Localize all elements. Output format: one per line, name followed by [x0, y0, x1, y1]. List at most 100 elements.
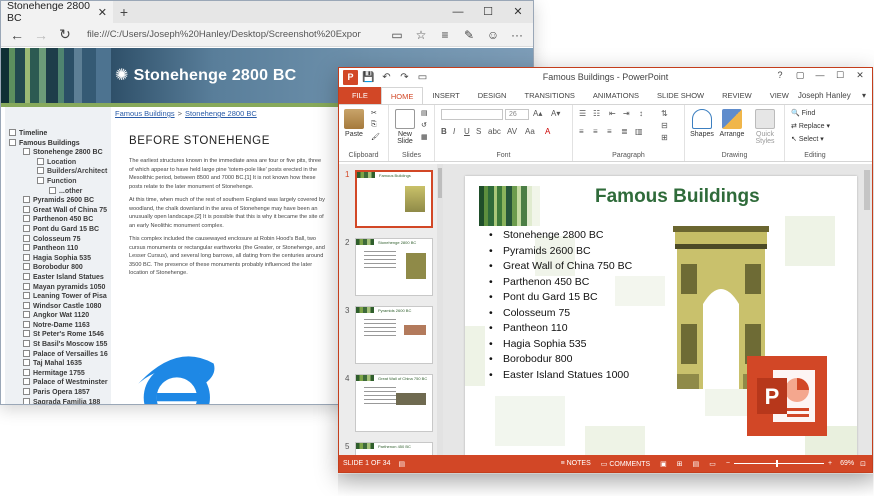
zoom-out-icon[interactable]: − [726, 460, 730, 467]
section-icon[interactable]: ▦ [421, 133, 428, 141]
layout-icon[interactable]: ▤ [421, 109, 428, 117]
tree-nav-item[interactable]: Windsor Castle 1080 [9, 301, 113, 312]
align-right-icon[interactable]: ≡ [607, 127, 612, 136]
paste-button[interactable]: Paste [341, 109, 367, 138]
start-slideshow-icon[interactable]: ▭ [415, 70, 430, 85]
help-icon[interactable]: ? [770, 70, 790, 81]
tree-nav-item[interactable]: Stonehenge 2800 BC [9, 148, 113, 158]
ribbon-display-icon[interactable]: ▢ [790, 70, 810, 81]
font-name-combo[interactable] [441, 109, 503, 120]
tree-nav-item[interactable]: Sagrada Familia 188 [9, 397, 113, 404]
bold-icon[interactable]: B [441, 127, 447, 136]
tree-nav-item[interactable]: Paris Opera 1857 [9, 388, 113, 398]
reading-view-icon[interactable]: ▭ [385, 28, 409, 42]
comments-button[interactable]: ▭ COMMENTS [601, 460, 650, 468]
signed-in-user[interactable]: Joseph Hanley ▾ [789, 87, 866, 104]
tab-review[interactable]: REVIEW [713, 87, 761, 104]
tree-nav-item[interactable]: Borobodur 800 [9, 263, 113, 273]
font-color-icon[interactable]: A [545, 127, 550, 136]
align-text-icon[interactable]: ⊟ [661, 121, 668, 130]
breadcrumb-link-famous-buildings[interactable]: Famous Buildings [115, 109, 175, 118]
change-case-icon[interactable]: Aa [525, 127, 535, 136]
tree-nav-item[interactable]: St Peter's Rome 1546 [9, 330, 113, 340]
underline-icon[interactable]: U [464, 127, 470, 136]
slide-thumbnail[interactable]: 1 Famous Buildings [343, 170, 435, 230]
minimize-icon[interactable]: — [443, 1, 473, 23]
fit-slide-icon[interactable]: ⊡ [860, 460, 866, 468]
slide-bullet[interactable]: Stonehenge 2800 BC [489, 228, 632, 244]
close-icon[interactable]: ✕ [850, 70, 870, 81]
maximize-icon[interactable]: ☐ [830, 70, 850, 81]
tree-nav-item[interactable]: Famous Buildings [9, 138, 113, 149]
tree-nav-item[interactable]: Colosseum 75 [9, 234, 113, 245]
columns-icon[interactable]: ▥ [635, 127, 643, 136]
tree-nav-item[interactable]: Great Wall of China 75 [9, 205, 113, 216]
refresh-icon[interactable]: ↻ [53, 26, 77, 43]
new-tab-button[interactable]: + [113, 4, 135, 20]
italic-icon[interactable]: I [453, 127, 455, 136]
shapes-button[interactable]: Shapes [689, 109, 715, 138]
spelling-check-icon[interactable]: ▤ [398, 460, 405, 468]
redo-icon[interactable]: ↷ [397, 70, 412, 85]
thumbnails-scroll-thumb[interactable] [438, 168, 442, 198]
text-direction-icon[interactable]: ⇅ [661, 109, 668, 118]
smartart-icon[interactable]: ⊞ [661, 133, 668, 142]
slide-bullet[interactable]: Easter Island Statues 1000 [489, 368, 632, 384]
slide-bullet[interactable]: Pyramids 2600 BC [489, 244, 632, 260]
align-left-icon[interactable]: ≡ [579, 127, 584, 136]
slide-scroll-thumb[interactable] [864, 170, 870, 210]
format-painter-icon[interactable]: 🖌 [371, 133, 380, 141]
slide-title[interactable]: Famous Buildings [595, 186, 760, 208]
zoom-slider-handle[interactable] [776, 460, 779, 467]
tree-nav-item[interactable]: St Basil's Moscow 155 [9, 340, 113, 350]
slide-bullet[interactable]: Great Wall of China 750 BC [489, 259, 632, 275]
slide-thumbnail[interactable]: 2 Stonehenge 2800 BC [343, 238, 435, 298]
reset-icon[interactable]: ↺ [421, 121, 427, 129]
tree-nav-item[interactable]: Palace of Westminster [9, 378, 113, 388]
decrease-indent-icon[interactable]: ⇤ [609, 109, 616, 118]
slide-sorter-icon[interactable]: ⊞ [677, 460, 683, 468]
tree-nav-item[interactable]: Taj Mahal 1635 [9, 359, 113, 369]
slide-thumbnail[interactable]: 3 Pyramids 2600 BC [343, 306, 435, 366]
favorite-star-icon[interactable]: ☆ [409, 28, 433, 42]
new-slide-button[interactable]: New Slide [391, 109, 419, 145]
tree-nav-item[interactable]: Hermitage 1755 [9, 368, 113, 379]
slide-scrollbar[interactable] [862, 164, 872, 455]
normal-view-icon[interactable]: ▣ [660, 460, 667, 468]
tree-nav-item[interactable]: Builders/Architect [9, 167, 113, 177]
tab-home[interactable]: HOME [380, 87, 424, 104]
save-icon[interactable]: 💾 [361, 70, 376, 85]
undo-icon[interactable]: ↶ [379, 70, 394, 85]
tab-design[interactable]: DESIGN [469, 87, 516, 104]
align-center-icon[interactable]: ≡ [593, 127, 598, 136]
tree-nav-item[interactable]: ...other [9, 186, 113, 197]
quick-styles-button[interactable]: Quick Styles [749, 109, 781, 145]
zoom-in-icon[interactable]: + [828, 460, 832, 467]
slide-thumbnail[interactable]: 5 Parthenon 450 BC [343, 442, 435, 455]
hub-icon[interactable]: ≡ [433, 28, 457, 42]
arrange-button[interactable]: Arrange [719, 109, 745, 138]
minimize-icon[interactable]: — [810, 70, 830, 81]
breadcrumb-link-stonehenge[interactable]: Stonehenge 2800 BC [185, 109, 257, 118]
zoom-level[interactable]: 69% [840, 460, 854, 467]
slide-bullet[interactable]: Pantheon 110 [489, 321, 632, 337]
tab-close-icon[interactable]: ✕ [98, 6, 107, 19]
select-button[interactable]: ↖ Select ▾ [791, 135, 824, 143]
tree-nav-item[interactable]: Notre-Dame 1163 [9, 320, 113, 331]
web-note-icon[interactable]: ✎ [457, 28, 481, 42]
slide-bullet[interactable]: Pont du Gard 15 BC [489, 290, 632, 306]
slide-bullet[interactable]: Parthenon 450 BC [489, 275, 632, 291]
zoom-slider[interactable] [734, 460, 825, 467]
tree-nav-item[interactable]: Pantheon 110 [9, 244, 113, 254]
strikethrough-icon[interactable]: abc [488, 127, 501, 136]
slide-bullet[interactable]: Colosseum 75 [489, 306, 632, 322]
forward-icon[interactable]: → [29, 27, 53, 43]
share-icon[interactable]: ☺ [481, 28, 505, 42]
slideshow-view-icon[interactable]: ▭ [709, 460, 716, 468]
cut-icon[interactable]: ✂ [371, 109, 377, 117]
tree-nav-item[interactable]: Mayan pyramids 1050 [9, 282, 113, 293]
edge-tab-active[interactable]: Stonehenge 2800 BC ✕ [1, 1, 113, 24]
tree-nav-item[interactable]: Location [9, 157, 113, 168]
thumbnails-scrollbar[interactable] [437, 164, 443, 455]
more-icon[interactable]: ··· [505, 28, 529, 42]
